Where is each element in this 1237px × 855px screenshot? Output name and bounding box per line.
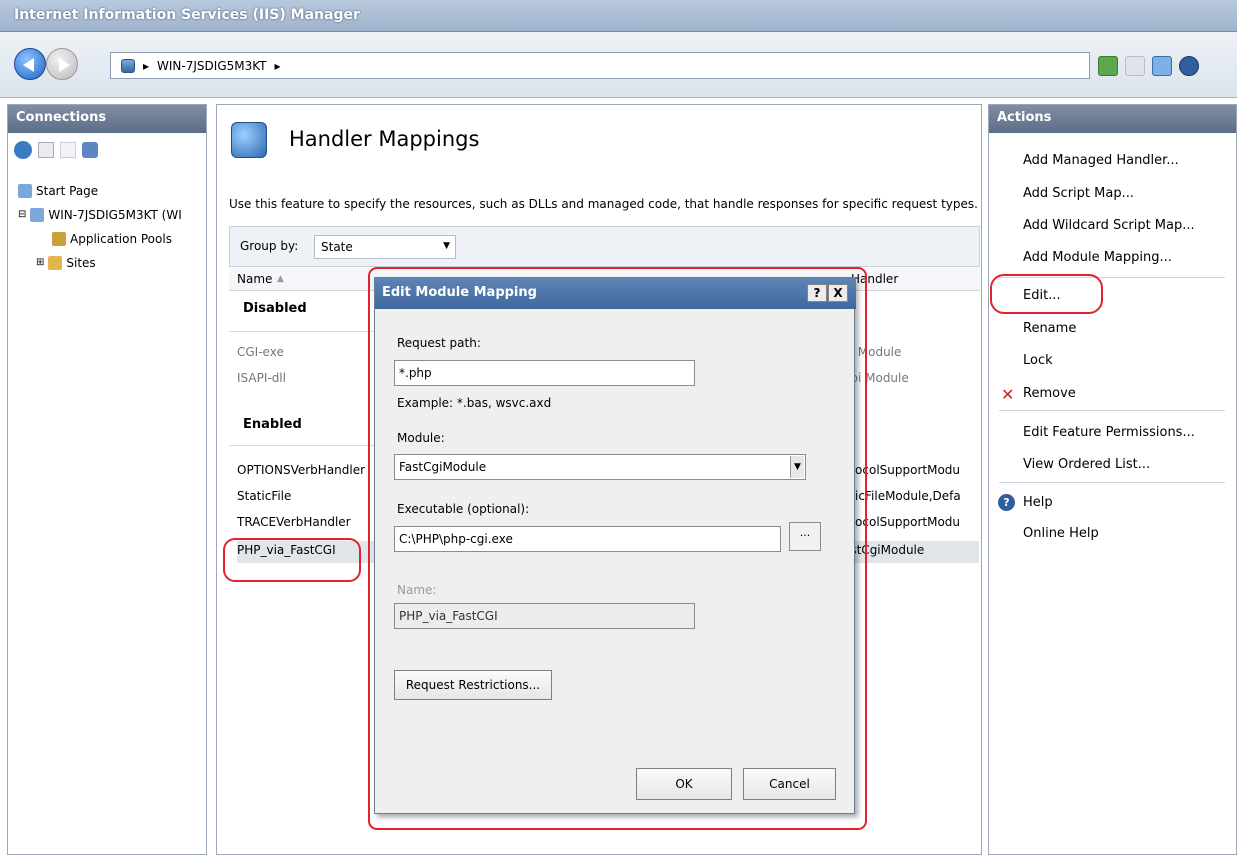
action-help[interactable]: Help (1023, 495, 1053, 510)
actions-pane: Actions Add Managed Handler... Add Scrip… (988, 104, 1237, 855)
name-label: Name: (397, 583, 437, 597)
browse-button[interactable]: ... (789, 522, 821, 551)
handler-mappings-icon (231, 122, 267, 158)
remove-icon: ✕ (1001, 385, 1015, 404)
action-separator (999, 482, 1225, 483)
help-icon: ? (998, 494, 1015, 511)
help-menu-icon[interactable] (1179, 55, 1199, 76)
cancel-button[interactable]: Cancel (743, 768, 836, 800)
action-separator (999, 410, 1225, 411)
group-enabled: Enabled (243, 417, 302, 432)
connect-icon[interactable] (14, 141, 32, 159)
action-add-wildcard-script-map[interactable]: Add Wildcard Script Map... (1023, 218, 1195, 233)
address-path[interactable]: WIN-7JSDIG5M3KT (157, 59, 266, 73)
connections-header: Connections (8, 105, 206, 133)
server-icon (121, 58, 135, 73)
action-separator (999, 277, 1225, 278)
action-add-module-mapping[interactable]: Add Module Mapping... (1023, 250, 1172, 265)
column-name[interactable]: Name (237, 272, 272, 286)
sort-asc-icon: ▲ (277, 274, 284, 284)
start-page-icon (18, 184, 32, 198)
action-rename[interactable]: Rename (1023, 321, 1076, 336)
toolbar-icons (1098, 52, 1228, 79)
ok-button[interactable]: OK (636, 768, 732, 800)
column-handler[interactable]: Handler (851, 272, 898, 286)
request-path-input[interactable]: *.php (394, 360, 695, 386)
address-separator-end: ▸ (274, 58, 281, 73)
connections-toolbar (8, 133, 206, 167)
forward-arrow-icon[interactable] (46, 48, 78, 80)
connections-title: Connections (16, 110, 107, 125)
delete-connection-icon[interactable] (82, 142, 98, 158)
actions-title: Actions (997, 110, 1052, 125)
up-level-icon[interactable] (60, 142, 76, 158)
request-restrictions-button[interactable]: Request Restrictions... (394, 670, 552, 700)
feature-description: Use this feature to specify the resource… (229, 197, 978, 211)
address-bar[interactable]: ▸ WIN-7JSDIG5M3KT ▸ (110, 52, 1090, 79)
address-separator: ▸ (143, 58, 150, 73)
group-by-label: Group by: (240, 239, 299, 253)
connections-tree: Start Page ⊟ WIN-7JSDIG5M3KT (WI Applicat… (18, 179, 206, 275)
group-by-bar: Group by: State ▼ (229, 226, 980, 267)
home-icon[interactable] (1152, 55, 1172, 76)
save-icon[interactable] (38, 142, 54, 158)
connections-pane: Connections Start Page ⊟ WIN-7JSDIG5M3KT … (7, 104, 207, 855)
refresh-icon[interactable] (1098, 55, 1118, 76)
sites-folder-icon (48, 256, 63, 270)
app-pools-icon (52, 232, 66, 246)
window-title: Internet Information Services (IIS) Mana… (14, 7, 360, 23)
action-add-managed-handler[interactable]: Add Managed Handler... (1023, 153, 1179, 168)
chevron-down-icon[interactable]: ▼ (790, 456, 804, 478)
tree-item-server[interactable]: ⊟ WIN-7JSDIG5M3KT (WI (18, 203, 206, 227)
tree-item-app-pools[interactable]: Application Pools (18, 227, 206, 251)
collapse-icon[interactable]: ⊟ (18, 203, 26, 227)
name-field[interactable]: PHP_via_FastCGI (394, 603, 695, 629)
dialog-title: Edit Module Mapping (382, 285, 537, 300)
request-path-label: Request path: (397, 336, 481, 350)
feature-title: Handler Mappings (289, 127, 480, 151)
executable-label: Executable (optional): (397, 502, 530, 516)
module-label: Module: (397, 431, 445, 445)
group-disabled: Disabled (243, 301, 307, 316)
action-edit[interactable]: Edit... (1023, 288, 1061, 303)
module-select[interactable]: FastCgiModule ▼ (394, 454, 806, 480)
chevron-down-icon: ▼ (443, 241, 450, 251)
actions-header: Actions (989, 105, 1236, 133)
server-icon (30, 208, 45, 222)
back-arrow-icon[interactable] (14, 48, 46, 80)
tree-item-start-page[interactable]: Start Page (18, 179, 206, 203)
group-by-select[interactable]: State ▼ (314, 235, 456, 259)
address-toolbar: ▸ WIN-7JSDIG5M3KT ▸ (0, 32, 1237, 98)
action-view-ordered-list[interactable]: View Ordered List... (1023, 457, 1150, 472)
action-lock[interactable]: Lock (1023, 353, 1053, 368)
tree-item-sites[interactable]: ⊞ Sites (18, 251, 206, 275)
example-text: Example: *.bas, wsvc.axd (397, 396, 552, 410)
stop-icon[interactable] (1125, 55, 1145, 76)
action-online-help[interactable]: Online Help (1023, 526, 1099, 541)
window-title-bar: Internet Information Services (IIS) Mana… (0, 0, 1237, 32)
action-remove[interactable]: Remove (1023, 386, 1076, 401)
executable-input[interactable]: C:\PHP\php-cgi.exe (394, 526, 781, 552)
help-button[interactable]: ? (807, 284, 827, 302)
dialog-title-bar: Edit Module Mapping ? X (375, 278, 856, 309)
edit-module-mapping-dialog: Edit Module Mapping ? X Request path: *.… (374, 277, 856, 814)
expand-icon[interactable]: ⊞ (36, 251, 44, 275)
action-add-script-map[interactable]: Add Script Map... (1023, 186, 1134, 201)
action-edit-feature-permissions[interactable]: Edit Feature Permissions... (1023, 425, 1195, 440)
close-button[interactable]: X (828, 284, 848, 302)
